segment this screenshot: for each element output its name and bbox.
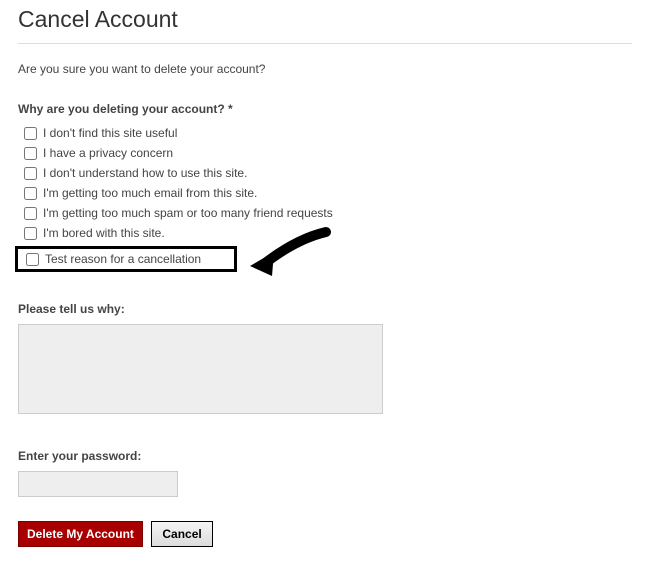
reason-option-label: I'm getting too much spam or too many fr… xyxy=(43,206,333,220)
reason-option-label: I'm getting too much email from this sit… xyxy=(43,186,257,200)
delete-reason-label: Why are you deleting your account? * xyxy=(18,102,632,116)
reason-option[interactable]: I don't find this site useful xyxy=(18,126,632,140)
reason-option-label: I don't find this site useful xyxy=(43,126,177,140)
cancel-button[interactable]: Cancel xyxy=(151,521,212,547)
reason-option-label: I have a privacy concern xyxy=(43,146,173,160)
button-row: Delete My Account Cancel xyxy=(18,521,632,547)
comment-textarea[interactable] xyxy=(18,324,383,414)
reason-option-label: Test reason for a cancellation xyxy=(45,252,201,266)
reason-checkbox[interactable] xyxy=(24,147,37,160)
comment-label: Please tell us why: xyxy=(18,302,632,316)
reason-checkbox[interactable] xyxy=(26,253,39,266)
reason-option[interactable]: Test reason for a cancellation xyxy=(20,252,201,266)
reason-option[interactable]: I'm getting too much email from this sit… xyxy=(18,186,632,200)
annotation-arrow-icon xyxy=(246,224,336,284)
reason-option[interactable]: I'm getting too much spam or too many fr… xyxy=(18,206,632,220)
reason-checkbox[interactable] xyxy=(24,207,37,220)
reason-option-label: I don't understand how to use this site. xyxy=(43,166,247,180)
reason-option[interactable]: I don't understand how to use this site. xyxy=(18,166,632,180)
highlighted-reason-option: Test reason for a cancellation xyxy=(15,246,237,272)
password-input[interactable] xyxy=(18,471,178,497)
password-label: Enter your password: xyxy=(18,449,632,463)
reason-checkbox[interactable] xyxy=(24,127,37,140)
page-title: Cancel Account xyxy=(18,6,632,33)
reason-checkbox[interactable] xyxy=(24,187,37,200)
reason-checkbox[interactable] xyxy=(24,227,37,240)
divider xyxy=(18,43,632,44)
reason-option-label: I'm bored with this site. xyxy=(43,226,165,240)
reason-option[interactable]: I have a privacy concern xyxy=(18,146,632,160)
confirm-text: Are you sure you want to delete your acc… xyxy=(18,62,632,76)
delete-account-button[interactable]: Delete My Account xyxy=(18,521,143,547)
reason-checkbox[interactable] xyxy=(24,167,37,180)
